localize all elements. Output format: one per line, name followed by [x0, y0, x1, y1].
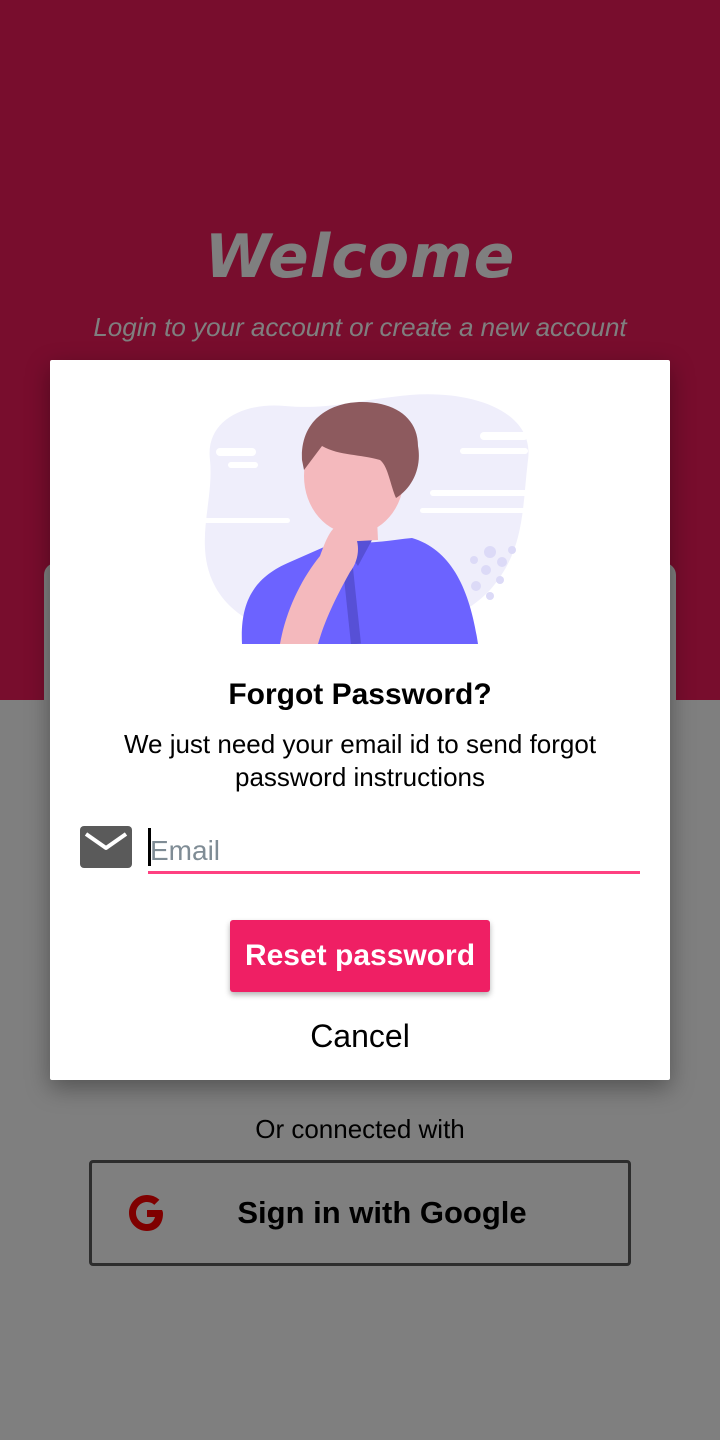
forgot-password-dialog: Forgot Password? We just need your email…	[50, 360, 670, 1080]
thinking-person-illustration	[200, 394, 530, 644]
reset-password-button[interactable]: Reset password	[230, 920, 490, 992]
mail-icon	[80, 826, 132, 868]
dialog-message: We just need your email id to send forgo…	[123, 729, 597, 792]
email-field[interactable]	[148, 824, 640, 874]
dialog-title: Forgot Password?	[228, 678, 492, 711]
cancel-button[interactable]: Cancel	[260, 1012, 460, 1060]
text-cursor	[148, 828, 151, 866]
